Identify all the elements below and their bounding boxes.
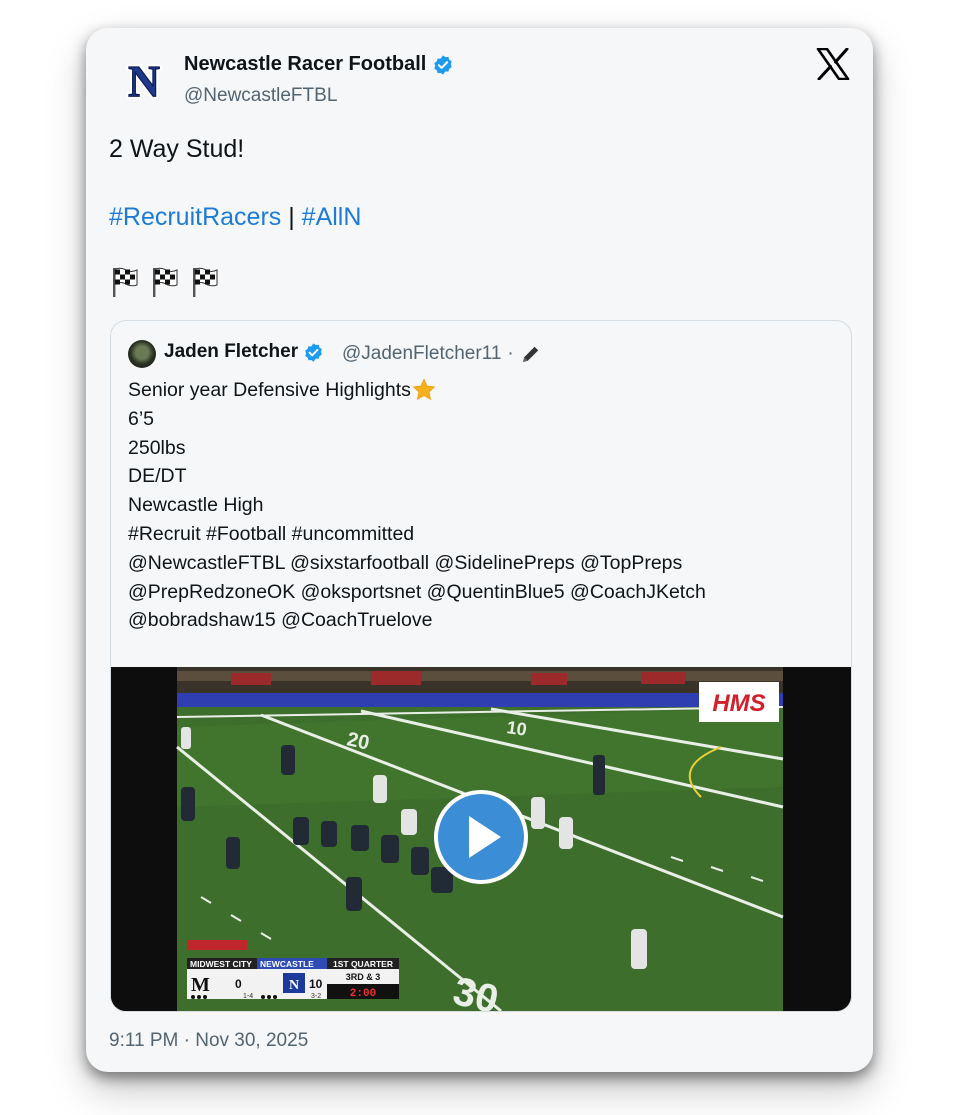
svg-text:N: N xyxy=(128,59,160,101)
hashtag-link[interactable]: #RecruitRacers xyxy=(109,203,281,231)
quoted-mentions-line[interactable]: @NewcastleFTBL @sixstarfootball @Sidelin… xyxy=(128,549,843,578)
svg-text:10: 10 xyxy=(309,977,323,991)
chequered-flag-icon xyxy=(113,267,138,297)
svg-text:NEWCASTLE: NEWCASTLE xyxy=(260,959,314,969)
svg-text:20: 20 xyxy=(345,728,371,754)
svg-text:2:00: 2:00 xyxy=(350,988,376,1000)
verified-badge-icon xyxy=(434,54,453,75)
x-logo-icon[interactable] xyxy=(816,48,850,80)
svg-text:M: M xyxy=(191,974,210,996)
chequered-flag-icon xyxy=(193,267,218,297)
chequered-flag-icon xyxy=(153,267,178,297)
author-handle[interactable]: @NewcastleFTBL xyxy=(184,85,337,107)
quoted-hashtags-line[interactable]: #Recruit #Football #uncommitted xyxy=(128,520,843,549)
svg-text:MIDWEST CITY: MIDWEST CITY xyxy=(190,959,252,969)
hms-watermark: HMS xyxy=(712,690,765,717)
author-avatar[interactable]: N N xyxy=(125,59,163,101)
author-display-name[interactable]: Newcastle Racer Football xyxy=(184,53,454,76)
quoted-title-line: Senior year Defensive Highlights xyxy=(128,379,411,401)
tweet-timestamp[interactable]: 9:11 PM · Nov 30, 2025 xyxy=(109,1030,308,1052)
video-player[interactable]: 20 10 30 HMS MIDWEST CITY M 0 1-4 NEWCAS… xyxy=(111,667,851,1011)
quoted-line: 250lbs xyxy=(128,436,186,459)
quoted-mentions-line[interactable]: @PrepRedzoneOK @oksportsnet @QuentinBlue… xyxy=(128,578,843,607)
quoted-line: DE/DT xyxy=(128,465,187,488)
quoted-author-avatar[interactable] xyxy=(128,340,156,368)
newcastle-n-logo: N N xyxy=(126,59,163,101)
embedded-tweet-card: N N Newcastle Racer Football @NewcastleF… xyxy=(86,28,873,1072)
tweet-text: 2 Way Stud! xyxy=(109,135,245,163)
svg-text:1ST QUARTER: 1ST QUARTER xyxy=(333,959,393,969)
separator-dot: · xyxy=(507,343,514,364)
svg-text:10: 10 xyxy=(505,717,528,740)
play-button-icon[interactable] xyxy=(431,787,531,887)
svg-text:N: N xyxy=(289,978,299,993)
quoted-tweet-text: Senior year Defensive Highlights 6’5 250… xyxy=(128,376,843,635)
svg-text:0: 0 xyxy=(235,977,242,991)
quoted-author-handle[interactable]: @JadenFletcher11 xyxy=(342,343,501,365)
quoted-line: 6’5 xyxy=(128,407,155,430)
quoted-author-name[interactable]: Jaden Fletcher xyxy=(164,341,324,363)
quoted-tweet[interactable]: Jaden Fletcher @JadenFletcher11 · Senior… xyxy=(110,320,852,1012)
quoted-mentions-line[interactable]: @bobradshaw15 @CoachTruelove xyxy=(128,606,843,635)
hashtag-separator: | xyxy=(281,203,302,231)
hashtag-link[interactable]: #AllN xyxy=(302,203,362,231)
svg-text:1-4: 1-4 xyxy=(243,993,253,1000)
svg-text:3RD & 3: 3RD & 3 xyxy=(346,972,381,982)
emoji-row xyxy=(109,265,221,299)
quoted-author-handle-row: @JadenFletcher11 · xyxy=(342,343,542,365)
svg-text:3-2: 3-2 xyxy=(311,993,321,1000)
quoted-line: Newcastle High xyxy=(128,494,264,517)
edited-pencil-icon[interactable] xyxy=(520,343,542,365)
tweet-hashtags: #RecruitRacers | #AllN xyxy=(109,203,361,232)
quoted-author-name-text: Jaden Fletcher xyxy=(164,341,299,362)
star-emoji-icon xyxy=(412,378,436,401)
verified-badge-icon xyxy=(305,342,322,362)
author-name-text: Newcastle Racer Football xyxy=(184,53,427,75)
